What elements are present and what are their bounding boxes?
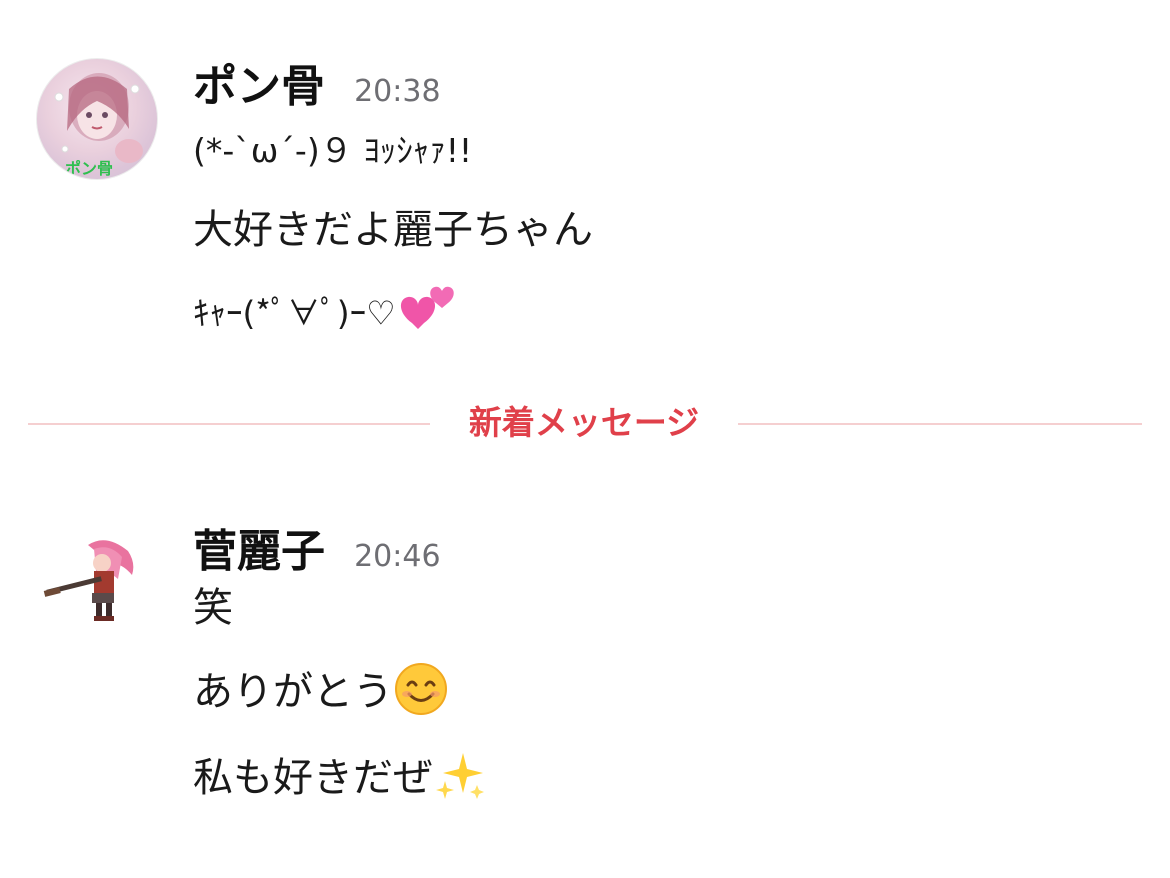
avatar[interactable] xyxy=(36,523,156,643)
chat-view: ポン骨 ポン骨 20:38 (*-`ω´-)９ ﾖｯｼｬｧ!! 大好きだよ麗子ち… xyxy=(0,0,1170,878)
message-text: 大好きだよ麗子ちゃん xyxy=(193,207,593,253)
message-text-row: ｷｬｰ(*ﾟ∀ﾟ)ｰ♡ xyxy=(193,283,458,347)
message-text-row: 私も好きだぜ xyxy=(193,745,489,813)
username[interactable]: ポン骨 xyxy=(193,61,325,112)
divider-line xyxy=(28,423,430,425)
message-text: ｷｬｰ(*ﾟ∀ﾟ)ｰ♡ xyxy=(193,293,396,333)
avatar-illustration xyxy=(43,540,134,621)
message-text: 笑 xyxy=(193,585,233,631)
message-text: ありがとう xyxy=(193,669,393,715)
two-hearts-icon xyxy=(396,283,458,347)
message-text: 私も好きだぜ xyxy=(193,755,433,801)
message-header: 菅麗子 20:46 xyxy=(193,515,441,577)
sparkles-icon xyxy=(433,747,489,813)
divider-line xyxy=(738,423,1142,425)
username[interactable]: 菅麗子 xyxy=(193,526,325,577)
divider-label: 新着メッセージ xyxy=(468,403,700,442)
message-header: ポン骨 20:38 xyxy=(193,50,441,112)
avatar[interactable]: ポン骨 xyxy=(36,58,158,180)
message-text-row: ありがとう xyxy=(193,659,449,727)
new-messages-divider: 新着メッセージ xyxy=(28,400,1142,446)
timestamp: 20:38 xyxy=(354,74,441,109)
message-text: (*-`ω´-)９ ﾖｯｼｬｧ!! xyxy=(193,131,473,170)
smiling-face-icon xyxy=(393,661,449,727)
avatar-label: ポン骨 xyxy=(65,159,114,178)
timestamp: 20:46 xyxy=(354,539,441,574)
